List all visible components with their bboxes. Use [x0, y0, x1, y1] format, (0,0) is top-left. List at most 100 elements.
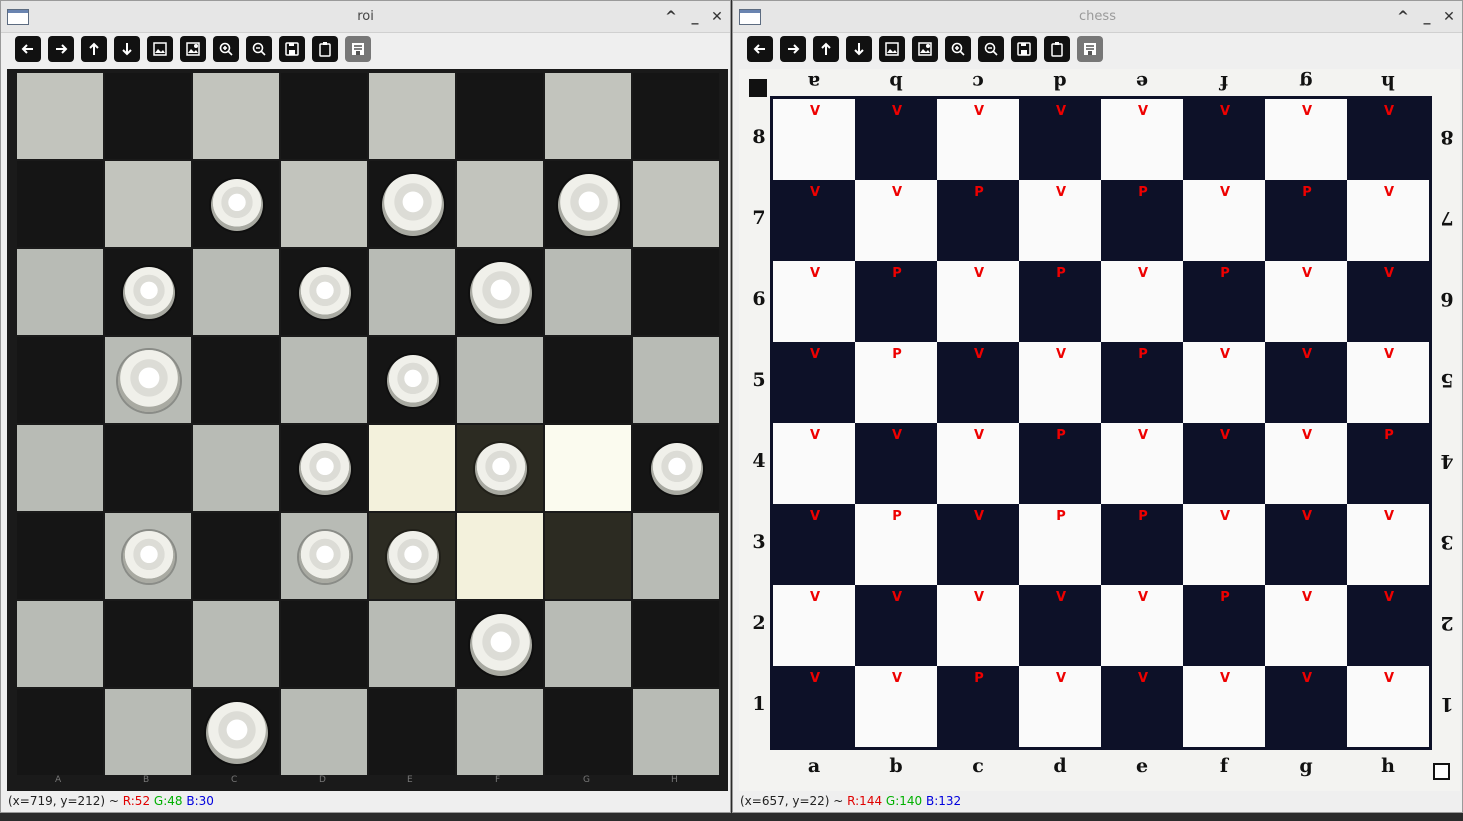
roi-knight [470, 614, 532, 676]
rank-label-right: 1 [1440, 692, 1454, 715]
arrow-left-button[interactable] [747, 36, 773, 62]
roi-square [457, 337, 543, 423]
rank-label-right: 2 [1440, 611, 1454, 634]
detection-mark: V [1055, 104, 1067, 119]
zoom-in-button[interactable] [213, 36, 239, 62]
roi-square [105, 73, 191, 159]
roi-file-label: F [495, 775, 501, 785]
arrow-left-button[interactable] [15, 36, 41, 62]
detection-mark: V [1055, 347, 1067, 362]
titlebar[interactable]: chess ^ _ ✕ [733, 1, 1462, 33]
clipboard-button[interactable] [1044, 36, 1070, 62]
roi-square [633, 513, 719, 599]
detection-mark: V [809, 428, 821, 443]
roi-square [369, 689, 455, 775]
detection-mark: V [1219, 185, 1231, 200]
roi-square [281, 337, 367, 423]
detection-mark: V [809, 347, 821, 362]
roi-square [281, 689, 367, 775]
minimize-icon[interactable]: _ [1417, 7, 1437, 27]
save-button[interactable] [1011, 36, 1037, 62]
window-menu-icon[interactable]: ^ [661, 7, 681, 27]
detection-mark: V [1219, 104, 1231, 119]
roi-square [545, 337, 631, 423]
arrow-down-button[interactable] [114, 36, 140, 62]
chess-image[interactable]: V V V V V V V V V V P V P V P V V P V P V P V V V P V V P V V V V V V P V V V P… [739, 69, 1460, 791]
rank-label-left: 3 [752, 530, 766, 553]
status-coords: (x=657, y=22) ~ [740, 794, 848, 808]
roi-file-label: D [319, 775, 326, 785]
arrow-left-icon [21, 44, 33, 54]
roi-square [633, 249, 719, 335]
zoom-in-button[interactable] [945, 36, 971, 62]
roi-square [369, 249, 455, 335]
window-title: roi [357, 9, 374, 24]
roi-knight [558, 174, 620, 236]
roi-square [633, 601, 719, 687]
roi-square [17, 689, 103, 775]
image-properties-icon [918, 42, 932, 56]
detection-mark: V [809, 266, 821, 281]
close-icon[interactable]: ✕ [707, 7, 727, 27]
rank-label-right: 5 [1440, 368, 1454, 391]
detection-mark: V [973, 104, 985, 119]
image-icon [885, 42, 899, 56]
zoom-out-icon [984, 42, 998, 56]
clipboard-button[interactable] [312, 36, 338, 62]
roi-square [105, 425, 191, 511]
roi-square [369, 73, 455, 159]
roi-square [633, 689, 719, 775]
roi-knight [118, 350, 180, 412]
detection-mark: V [891, 671, 903, 686]
detection-mark: P [892, 509, 902, 524]
roi-square [193, 249, 279, 335]
detection-mark: P [974, 671, 984, 686]
rank-label-left: 7 [752, 206, 766, 229]
file-label-bottom: e [1135, 755, 1149, 777]
titlebar[interactable]: roi ^ _ ✕ [1, 1, 730, 33]
roi-image[interactable]: A B C D E F G H [7, 69, 728, 791]
detection-mark: P [892, 347, 902, 362]
arrow-up-button[interactable] [813, 36, 839, 62]
detection-mark: V [809, 509, 821, 524]
properties-button[interactable] [1077, 36, 1103, 62]
detection-mark: V [1301, 428, 1313, 443]
zoom-in-icon [219, 42, 233, 56]
image-properties-button[interactable] [180, 36, 206, 62]
image-button[interactable] [879, 36, 905, 62]
roi-square [17, 513, 103, 599]
close-icon[interactable]: ✕ [1439, 7, 1459, 27]
window-menu-icon[interactable]: ^ [1393, 7, 1413, 27]
arrow-up-button[interactable] [81, 36, 107, 62]
save-button[interactable] [279, 36, 305, 62]
detection-mark: V [891, 185, 903, 200]
file-label-top: c [972, 71, 984, 93]
roi-square [545, 601, 631, 687]
zoom-in-icon [951, 42, 965, 56]
file-label-top: g [1299, 71, 1313, 93]
roi-square [369, 425, 455, 511]
roi-square [545, 689, 631, 775]
arrow-right-button[interactable] [48, 36, 74, 62]
detection-mark: V [1219, 428, 1231, 443]
arrow-right-button[interactable] [780, 36, 806, 62]
zoom-out-button[interactable] [246, 36, 272, 62]
properties-button[interactable] [345, 36, 371, 62]
roi-knight [206, 702, 268, 764]
rank-label-right: 6 [1440, 287, 1454, 310]
roi-square [17, 337, 103, 423]
arrow-down-button[interactable] [846, 36, 872, 62]
image-button[interactable] [147, 36, 173, 62]
zoom-out-button[interactable] [978, 36, 1004, 62]
file-label-bottom: a [807, 755, 821, 777]
rank-label-left: 8 [752, 125, 766, 148]
rank-label-right: 8 [1440, 125, 1454, 148]
detection-mark: P [1138, 185, 1148, 200]
white-square-icon [1433, 763, 1450, 780]
file-label-bottom: c [972, 755, 984, 777]
minimize-icon[interactable]: _ [685, 7, 705, 27]
file-label-bottom: f [1219, 755, 1229, 777]
roi-file-label: G [583, 775, 590, 785]
image-properties-button[interactable] [912, 36, 938, 62]
detection-mark: V [973, 266, 985, 281]
